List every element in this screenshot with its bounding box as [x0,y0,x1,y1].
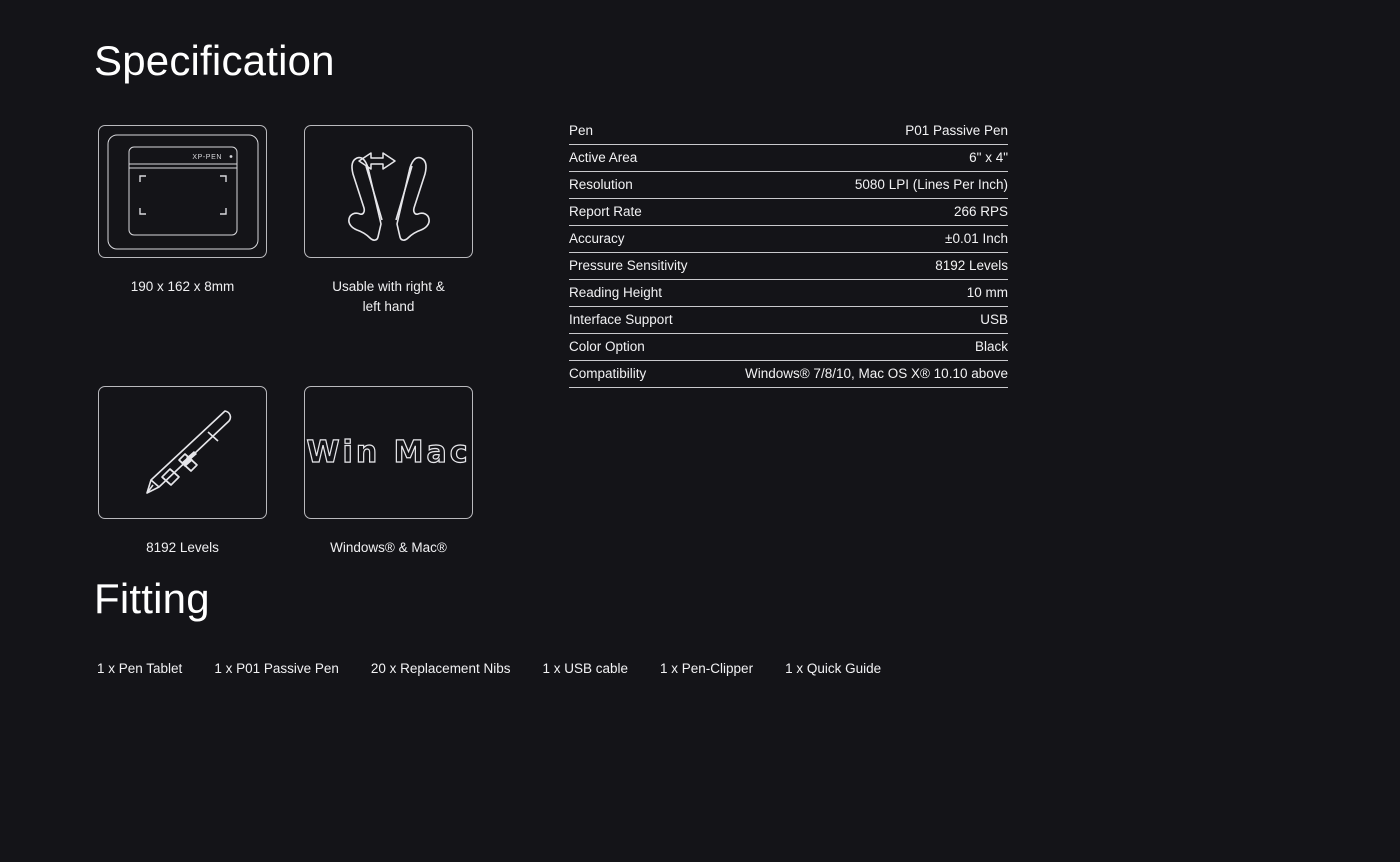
spec-value: 8192 Levels [935,258,1008,273]
feature-caption-hands: Usable with right & left hand [332,279,445,315]
spec-value: 6" x 4" [969,150,1008,165]
win-mac-icon: Win Mac [306,434,471,470]
fitting-list: 1 x Pen Tablet 1 x P01 Passive Pen 20 x … [97,661,881,676]
list-item: 1 x Pen Tablet [97,661,183,676]
spec-label: Compatibility [569,366,647,381]
list-item: 1 x P01 Passive Pen [214,661,339,676]
feature-row-1: XP-PEN 190 x 162 x 8mm Usable with right… [98,125,488,318]
two-hands-arrow-icon [319,138,459,246]
spec-value: USB [980,312,1008,327]
table-row: Report Rate 266 RPS [569,199,1008,226]
list-item: 1 x Pen-Clipper [660,661,754,676]
feature-caption-pen: 8192 Levels [146,539,219,555]
table-row: Pen P01 Passive Pen [569,118,1008,145]
spec-label: Color Option [569,339,645,354]
spec-value: 10 mm [966,285,1008,300]
spec-label: Resolution [569,177,633,192]
spec-label: Report Rate [569,204,642,219]
feature-caption-winmac: Windows® & Mac® [330,539,447,555]
table-row: Resolution 5080 LPI (Lines Per Inch) [569,172,1008,199]
stylus-pen-icon [113,397,253,507]
spec-value: P01 Passive Pen [905,123,1008,138]
tablet-icon-box: XP-PEN [98,125,267,258]
table-row: Interface Support USB [569,307,1008,334]
spec-label: Interface Support [569,312,673,327]
list-item: 20 x Replacement Nibs [370,661,511,676]
spec-label: Pen [569,123,594,138]
page-title-fitting: Fitting [94,575,210,622]
spec-label: Active Area [569,150,638,165]
list-item: 1 x USB cable [542,661,629,676]
pen-icon-box [98,385,267,519]
table-row: Accuracy ±0.01 Inch [569,226,1008,253]
spec-value: Black [974,339,1008,354]
specification-table: Pen P01 Passive Pen Active Area 6" x 4" … [569,118,1008,388]
winmac-icon-box: Win Mac [304,385,473,519]
feature-winmac: Win Mac Windows® & Mac® [304,385,473,558]
page-title-specification: Specification [94,37,335,84]
tablet-logo-text: XP-PEN [192,154,222,161]
feature-pen: 8192 Levels [98,385,267,558]
spec-label: Pressure Sensitivity [569,258,688,273]
spec-value: 5080 LPI (Lines Per Inch) [854,177,1008,192]
feature-caption-tablet: 190 x 162 x 8mm [130,279,235,294]
spec-value: Windows® 7/8/10, Mac OS X® 10.10 above [744,366,1008,381]
table-row: Active Area 6" x 4" [569,145,1008,172]
spec-label: Accuracy [569,231,625,246]
spec-page: Specification XP-PEN 190 x 162 x 8mm Usa… [0,0,1400,862]
feature-grid: XP-PEN 190 x 162 x 8mm Usable with right… [98,125,488,558]
spec-label: Reading Height [569,285,663,300]
spec-value: 266 RPS [953,204,1008,219]
feature-tablet: XP-PEN 190 x 162 x 8mm [98,125,267,318]
hands-icon-box [304,125,473,258]
table-row: Reading Height 10 mm [569,280,1008,307]
tablet-icon: XP-PEN [107,134,259,250]
table-row: Color Option Black [569,334,1008,361]
table-row: Compatibility Windows® 7/8/10, Mac OS X®… [569,361,1008,388]
spec-value: ±0.01 Inch [945,231,1008,246]
table-row: Pressure Sensitivity 8192 Levels [569,253,1008,280]
feature-hands: Usable with right & left hand [304,125,473,318]
feature-row-2: 8192 Levels Win Mac Windows® & Mac® [98,385,488,558]
list-item: 1 x Quick Guide [785,661,882,676]
